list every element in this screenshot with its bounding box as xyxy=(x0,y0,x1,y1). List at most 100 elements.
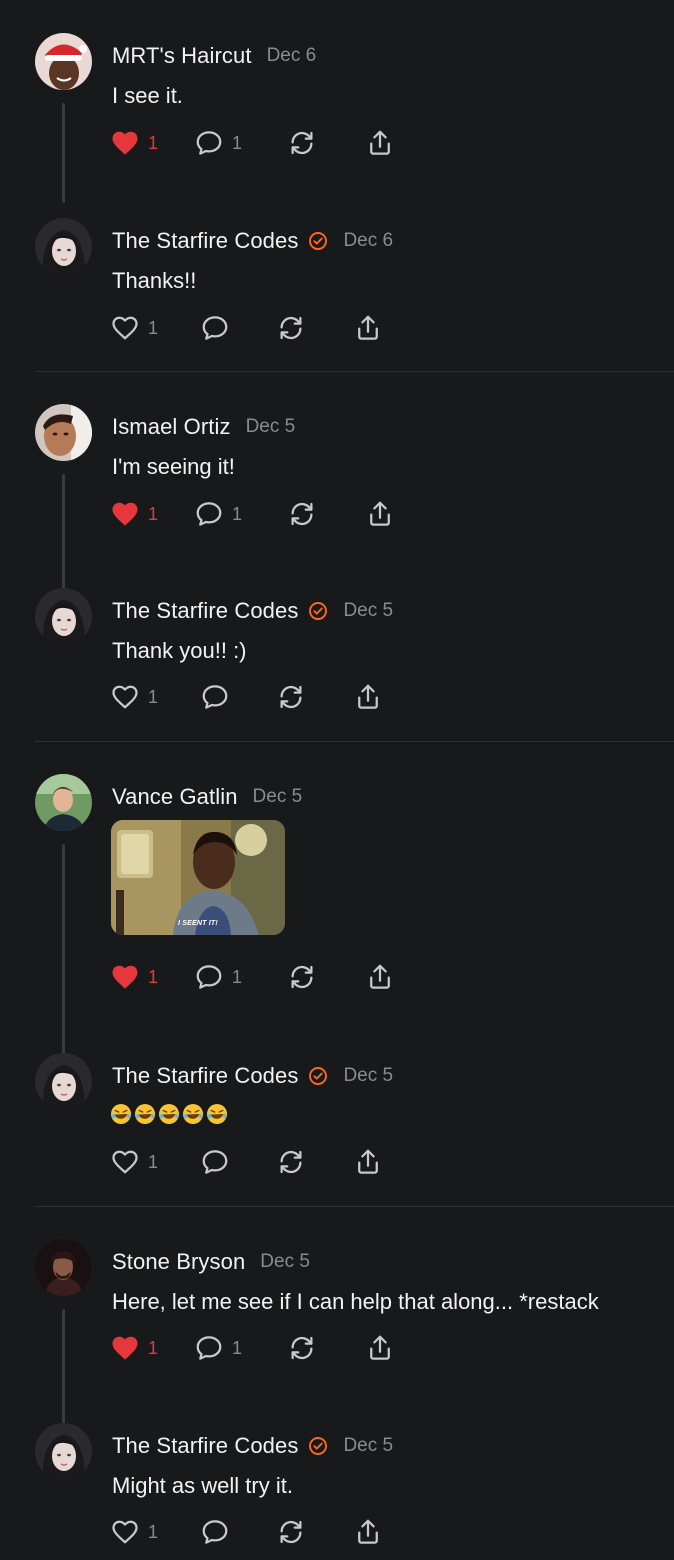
like-button[interactable]: 1 xyxy=(110,1147,158,1177)
like-button[interactable]: 1 xyxy=(110,128,158,158)
comment-icon xyxy=(200,682,230,712)
like-count: 1 xyxy=(148,503,159,524)
verified-badge-icon xyxy=(308,1066,328,1086)
share-icon xyxy=(365,962,395,992)
like-button[interactable]: 1 xyxy=(110,962,158,992)
restack-button[interactable] xyxy=(276,682,306,712)
verified-badge-icon xyxy=(308,231,328,251)
reply-button[interactable] xyxy=(200,313,230,343)
restack-button[interactable] xyxy=(287,1333,317,1363)
share-icon xyxy=(365,499,395,529)
reply-button[interactable] xyxy=(200,1517,230,1547)
like-count: 1 xyxy=(148,132,159,153)
avatar[interactable] xyxy=(35,588,92,645)
avatar[interactable] xyxy=(35,774,92,831)
restack-button[interactable] xyxy=(287,128,317,158)
share-icon xyxy=(353,682,383,712)
comment-text: Might as well try it. xyxy=(112,1473,293,1498)
like-button[interactable]: 1 xyxy=(110,1333,158,1363)
comment-date[interactable]: Dec 5 xyxy=(260,1251,310,1273)
author-name[interactable]: The Starfire Codes xyxy=(112,1433,298,1459)
avatar[interactable] xyxy=(35,404,92,461)
heart-filled-icon xyxy=(110,128,140,158)
restack-button[interactable] xyxy=(287,962,317,992)
comment-header: MRT's Haircut Dec 6 xyxy=(112,43,316,69)
comment-icon xyxy=(200,313,230,343)
like-count: 1 xyxy=(148,686,159,707)
heart-filled-icon xyxy=(110,1333,140,1363)
comment-date[interactable]: Dec 5 xyxy=(246,416,296,438)
comment-icon xyxy=(194,128,224,158)
reply-count: 1 xyxy=(232,966,243,987)
comment-date[interactable]: Dec 6 xyxy=(343,230,393,252)
share-button[interactable] xyxy=(353,1517,383,1547)
like-button[interactable]: 1 xyxy=(110,313,158,343)
like-button[interactable]: 1 xyxy=(110,499,158,529)
author-name[interactable]: The Starfire Codes xyxy=(112,1063,298,1089)
restack-button[interactable] xyxy=(276,1517,306,1547)
thread-divider xyxy=(35,1206,674,1207)
comment-header: Vance Gatlin Dec 5 xyxy=(112,784,302,810)
restack-button[interactable] xyxy=(276,1147,306,1177)
author-name[interactable]: Vance Gatlin xyxy=(112,784,238,810)
reply-button[interactable] xyxy=(200,1147,230,1177)
author-name[interactable]: MRT's Haircut xyxy=(112,43,252,69)
heart-outline-icon xyxy=(110,313,140,343)
restack-icon xyxy=(287,1333,317,1363)
comment-date[interactable]: Dec 5 xyxy=(343,1435,393,1457)
restack-button[interactable] xyxy=(287,499,317,529)
comment-text: Thank you!! :) xyxy=(112,638,247,663)
avatar[interactable] xyxy=(35,218,92,275)
comment-date[interactable]: Dec 5 xyxy=(343,1065,393,1087)
author-name[interactable]: The Starfire Codes xyxy=(112,228,298,254)
avatar[interactable] xyxy=(35,1239,92,1296)
reply-button[interactable]: 1 xyxy=(194,128,242,158)
avatar[interactable] xyxy=(35,33,92,90)
comment-gif-image[interactable]: I SEENT IT! xyxy=(111,820,285,935)
comment-icon xyxy=(200,1517,230,1547)
share-button[interactable] xyxy=(365,499,395,529)
author-name[interactable]: Ismael Ortiz xyxy=(112,414,231,440)
share-button[interactable] xyxy=(353,1147,383,1177)
share-button[interactable] xyxy=(353,313,383,343)
comment-header: The Starfire Codes Dec 5 xyxy=(112,1063,393,1089)
reply-button[interactable]: 1 xyxy=(194,499,242,529)
reply-button[interactable] xyxy=(200,682,230,712)
comment-date[interactable]: Dec 6 xyxy=(267,45,317,67)
reply-button[interactable]: 1 xyxy=(194,1333,242,1363)
restack-icon xyxy=(276,1517,306,1547)
thread-divider xyxy=(35,741,674,742)
avatar[interactable] xyxy=(35,1053,92,1110)
like-count: 1 xyxy=(148,1337,159,1358)
comment-text: I see it. xyxy=(112,83,183,108)
share-button[interactable] xyxy=(353,682,383,712)
reply-button[interactable]: 1 xyxy=(194,962,242,992)
gif-caption: I SEENT IT! xyxy=(178,920,218,927)
restack-icon xyxy=(276,682,306,712)
comment-header: The Starfire Codes Dec 5 xyxy=(112,1433,393,1459)
reply-count: 1 xyxy=(232,132,243,153)
heart-filled-icon xyxy=(110,499,140,529)
comment-date[interactable]: Dec 5 xyxy=(343,600,393,622)
share-icon xyxy=(353,313,383,343)
like-button[interactable]: 1 xyxy=(110,1517,158,1547)
share-button[interactable] xyxy=(365,962,395,992)
verified-badge-icon xyxy=(308,1436,328,1456)
reply-count: 1 xyxy=(232,503,243,524)
restack-icon xyxy=(287,962,317,992)
share-icon xyxy=(365,128,395,158)
share-button[interactable] xyxy=(365,128,395,158)
comment-header: The Starfire Codes Dec 6 xyxy=(112,228,393,254)
avatar[interactable] xyxy=(35,1423,92,1480)
share-button[interactable] xyxy=(365,1333,395,1363)
like-count: 1 xyxy=(148,1151,159,1172)
rofl-emoji-icon xyxy=(182,1103,204,1125)
restack-button[interactable] xyxy=(276,313,306,343)
comment-icon xyxy=(200,1147,230,1177)
comment-date[interactable]: Dec 5 xyxy=(253,786,303,808)
rofl-emoji-icon xyxy=(158,1103,180,1125)
author-name[interactable]: The Starfire Codes xyxy=(112,598,298,624)
comment-text: I'm seeing it! xyxy=(112,454,235,479)
author-name[interactable]: Stone Bryson xyxy=(112,1249,245,1275)
like-button[interactable]: 1 xyxy=(110,682,158,712)
